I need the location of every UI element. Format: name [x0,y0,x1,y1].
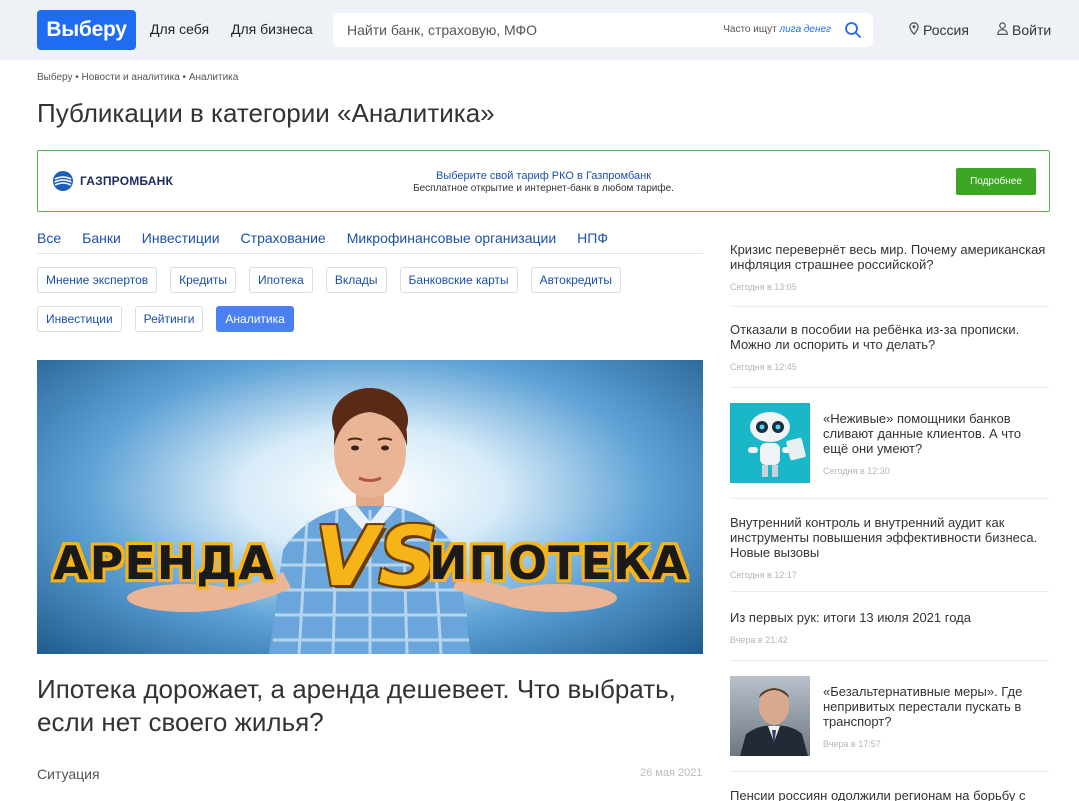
news-title: Кризис перевернёт весь мир. Почему амери… [730,242,1046,272]
category-tabs: Все Банки Инвестиции Страхование Микрофи… [37,230,703,254]
banner-subtitle: Бесплатное открытие и интернет-банк в лю… [413,183,674,194]
tab-microfinance[interactable]: Микрофинансовые организации [347,230,556,253]
search-input[interactable]: Найти банк, страховую, МФО [347,22,537,38]
ad-banner[interactable]: ГАЗПРОМБАНК Выберите свой тариф РКО в Га… [37,150,1050,212]
banner-title: Выберите свой тариф РКО в Газпромбанк [435,170,652,182]
region-label: Россия [923,22,969,38]
news-time: Вчера в 17:57 [823,739,881,749]
tag-investments[interactable]: Инвестиции [37,306,122,332]
tag-mortgage[interactable]: Ипотека [249,267,313,293]
search-hint-link[interactable]: лига денег [780,24,831,35]
tag-bank-cards[interactable]: Банковские карты [399,267,518,293]
list-item[interactable]: Из первых рук: итоги 13 июля 2021 года В… [730,610,1049,661]
tag-filters: Мнение экспертов Кредиты Ипотека Вклады … [37,267,703,332]
portrait-thumbnail [730,676,810,756]
news-text: «Безальтернативные меры». Где непривитых… [823,684,1043,749]
tag-car-loans[interactable]: Автокредиты [530,267,621,293]
page-title: Публикации в категории «Аналитика» [37,98,495,128]
tag-deposits[interactable]: Вклады [325,267,387,293]
tag-ratings[interactable]: Рейтинги [134,306,204,332]
location-pin-icon [909,22,919,38]
user-icon [997,22,1008,38]
login-label: Войти [1012,22,1052,38]
news-time: Сегодня в 13:05 [730,282,797,292]
list-item[interactable]: Отказали в пособии на ребёнка из-за проп… [730,322,1049,388]
search-icon[interactable] [844,21,862,39]
news-text: «Неживые» помощники банков сливают данны… [823,411,1043,476]
news-time: Вчера в 21:42 [730,635,788,645]
news-time: Сегодня в 12:17 [730,570,797,580]
tab-banks[interactable]: Банки [82,230,121,253]
site-header: Выберу Для себя Для бизнеса Найти банк, … [0,0,1079,60]
tab-all[interactable]: Все [37,230,61,253]
news-title: «Неживые» помощники банков сливают данны… [823,411,1022,456]
nav-for-business[interactable]: Для бизнеса [231,21,313,37]
tab-insurance[interactable]: Страхование [241,230,326,253]
news-title: Пенсии россиян одолжили регионам на борь… [730,788,1026,801]
news-title: Из первых рук: итоги 13 июля 2021 года [730,610,971,625]
login-button[interactable]: Войти [997,22,1051,38]
woman-shrugging-illustration [127,388,617,654]
breadcrumb[interactable]: Выберу • Новости и аналитика • Аналитика [37,72,238,83]
tag-analytics[interactable]: Аналитика [216,306,294,332]
site-logo[interactable]: Выберу [37,10,136,50]
tag-expert-opinion[interactable]: Мнение экспертов [37,267,158,293]
tab-npf[interactable]: НПФ [577,230,608,253]
robot-thumbnail [730,403,810,483]
featured-article-title[interactable]: Ипотека дорожает, а аренда дешевеет. Что… [37,673,703,739]
featured-article-date: 26 мая 2021 [640,767,703,779]
list-item[interactable]: Пенсии россиян одолжили регионам на борь… [730,788,1049,801]
nav-for-self[interactable]: Для себя [150,21,209,37]
search-box[interactable]: Найти банк, страховую, МФО Часто ищут ли… [333,13,873,47]
featured-article-category[interactable]: Ситуация [37,766,100,782]
tag-credits[interactable]: Кредиты [170,267,237,293]
hero-word-rent: АРЕНДА [53,536,275,590]
search-hint: Часто ищут лига денег [723,24,831,35]
news-title: «Безальтернативные меры». Где непривитых… [823,684,1023,729]
list-item[interactable]: «Неживые» помощники банков сливают данны… [730,403,1049,499]
news-time: Сегодня в 12:45 [730,362,797,372]
news-title: Отказали в пособии на ребёнка из-за проп… [730,322,1020,352]
tab-investments[interactable]: Инвестиции [142,230,220,253]
region-selector[interactable]: Россия [909,22,969,38]
list-item[interactable]: Внутренний контроль и внутренний аудит к… [730,515,1049,592]
news-title: Внутренний контроль и внутренний аудит к… [730,515,1038,560]
search-hint-prefix: Часто ищут [723,24,777,35]
list-item[interactable]: «Безальтернативные меры». Где непривитых… [730,676,1049,772]
list-item[interactable]: Кризис перевернёт весь мир. Почему амери… [730,242,1049,307]
hero-word-mortgage: ИПОТЕКА [429,536,689,590]
featured-article-image[interactable]: АРЕНДА VS ИПОТЕКА [37,360,703,654]
banner-more-button[interactable]: Подробнее [956,168,1036,195]
hero-word-vs: VS [315,510,438,605]
news-time: Сегодня в 12:30 [823,466,890,476]
